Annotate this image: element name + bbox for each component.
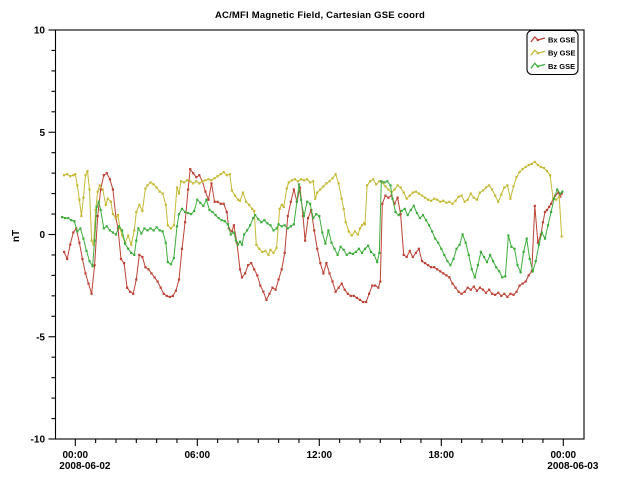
x-date-label: 2008-06-02 xyxy=(59,461,111,472)
x-tick-label: 12:00 xyxy=(307,450,333,461)
x-tick-label: 06:00 xyxy=(185,450,211,461)
cdaweb-plot-page: AC/MFI Magnetic Field, Cartesian GSE coo… xyxy=(0,0,640,480)
axis-labels: 1050-5-1000:002008-06-0206:0012:0018:000… xyxy=(11,26,599,473)
legend-label-bz: Bz GSE xyxy=(548,62,575,71)
legend-label-bx: Bx GSE xyxy=(548,35,576,44)
legend-label-by: By GSE xyxy=(548,49,576,58)
y-tick-label: 5 xyxy=(39,128,45,139)
series-by xyxy=(63,161,563,256)
series-bx-line xyxy=(64,169,562,302)
series-bz xyxy=(61,180,563,278)
y-tick-label: 0 xyxy=(39,230,45,241)
x-date-label: 2008-06-03 xyxy=(547,461,599,472)
x-tick-label: 00:00 xyxy=(63,450,89,461)
legend: Bx GSE By GSE Bz GSE xyxy=(527,31,578,75)
x-tick-label: 00:00 xyxy=(551,450,577,461)
y-tick-label: -10 xyxy=(31,435,46,446)
series-bx xyxy=(63,168,563,303)
y-axis-unit-label: nT xyxy=(11,230,22,242)
y-tick-label: 10 xyxy=(34,26,46,37)
series-bz-markers xyxy=(61,180,563,278)
plot-canvas: 1050-5-1000:002008-06-0206:0012:0018:000… xyxy=(0,0,640,480)
plot-frame xyxy=(56,30,585,439)
series-by-line xyxy=(64,162,562,255)
y-tick-label: -5 xyxy=(36,332,45,343)
x-tick-label: 18:00 xyxy=(429,450,455,461)
series-bx-markers xyxy=(63,168,563,303)
